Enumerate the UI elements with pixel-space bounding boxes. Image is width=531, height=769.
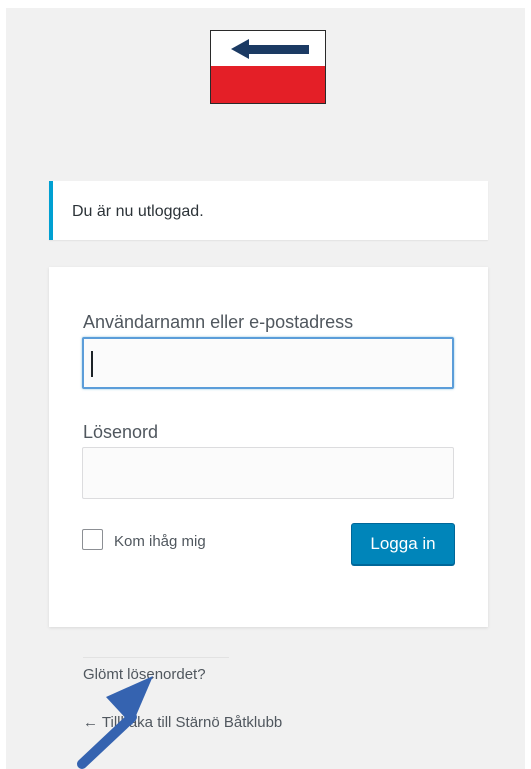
text-caret: [91, 351, 93, 377]
lost-password-link[interactable]: Glömt lösenordet?: [83, 666, 206, 683]
login-form: Användarnamn eller e-postadress Lösenord…: [49, 267, 488, 627]
link-divider: [83, 657, 229, 658]
password-label: Lösenord: [83, 422, 159, 442]
remember-me-label[interactable]: Kom ihåg mig: [114, 533, 206, 550]
logout-notice: Du är nu utloggad.: [49, 181, 488, 240]
login-button[interactable]: Logga in: [351, 523, 455, 565]
left-arrow-icon: [231, 39, 309, 59]
remember-me-checkbox[interactable]: [82, 529, 103, 550]
username-input[interactable]: [82, 337, 454, 389]
club-logo[interactable]: [210, 30, 326, 104]
back-to-site-link[interactable]: ← Tillbaka till Stärnö Båtklubb: [83, 714, 282, 731]
notice-message: Du är nu utloggad.: [72, 203, 204, 220]
username-label: Användarnamn eller e-postadress: [83, 312, 354, 332]
password-input[interactable]: [82, 447, 454, 499]
